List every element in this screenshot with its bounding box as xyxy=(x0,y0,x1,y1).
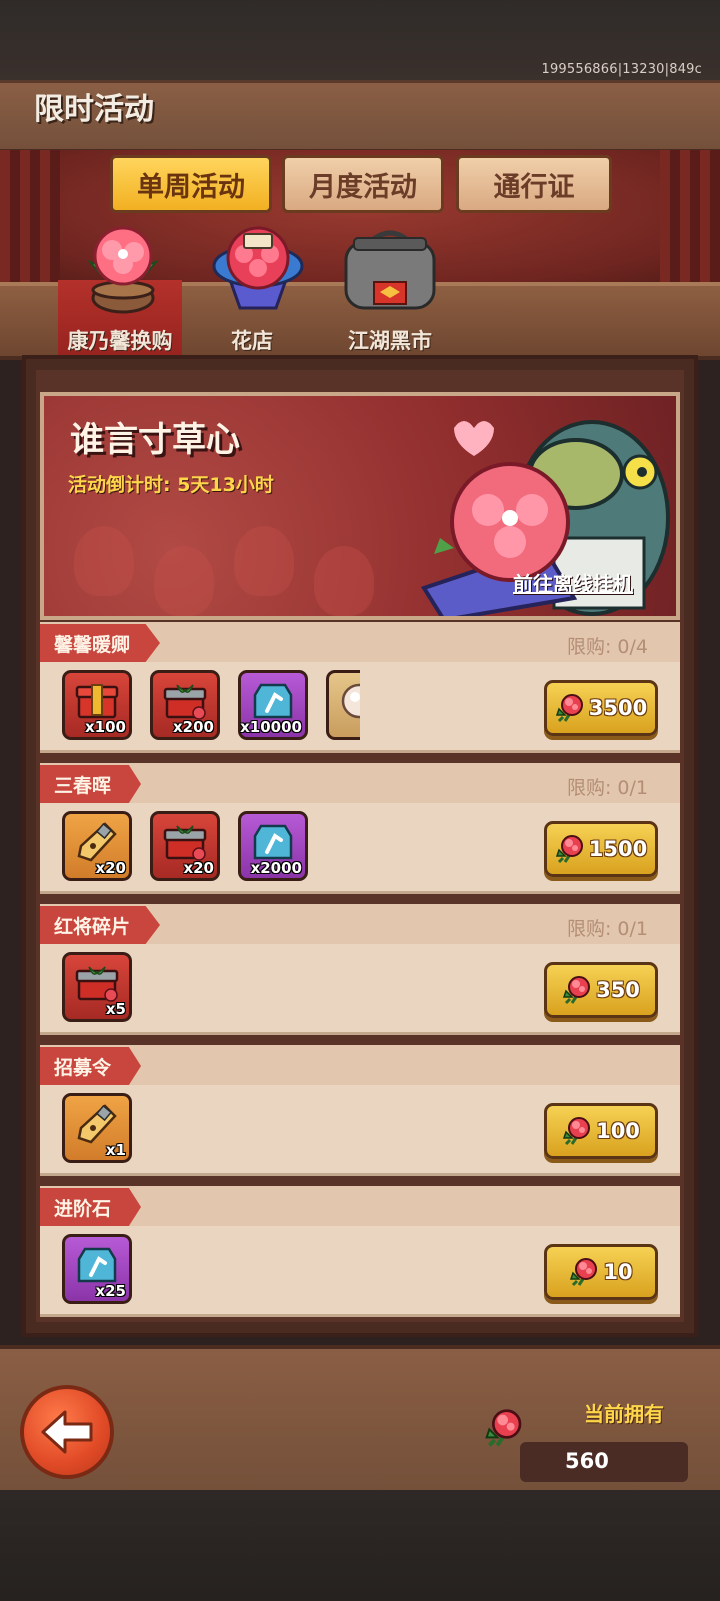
subtab-flower-shop[interactable] xyxy=(208,224,308,312)
tab-weekly[interactable]: 单周活动 xyxy=(110,155,272,213)
red-gold-chest-icon xyxy=(75,681,119,721)
banner-timer: 活动倒计时: 5天13小时 xyxy=(68,474,274,496)
tab-weekly-label: 单周活动 xyxy=(137,171,245,203)
build-id-text: 199556866|13230|849c xyxy=(541,62,702,77)
banner-pattern xyxy=(234,526,294,596)
price-value: 350 xyxy=(596,978,640,1002)
buy-button[interactable]: 1500 xyxy=(544,821,658,877)
item-quantity: x10000 xyxy=(240,718,302,736)
banner-pattern xyxy=(314,546,374,616)
recruit-token-icon xyxy=(75,1104,119,1144)
reward-item[interactable]: x5 xyxy=(62,952,132,1022)
pearl-icon xyxy=(333,681,360,721)
banner-pattern xyxy=(74,526,134,596)
black-market-bag-icon xyxy=(344,230,436,310)
item-quantity: x100 xyxy=(85,718,126,736)
carnation-icon xyxy=(562,1116,592,1146)
advance-stone-icon xyxy=(251,681,295,721)
subtab-flower-shop-label: 花店 xyxy=(231,329,273,353)
buy-button[interactable]: 100 xyxy=(544,1103,658,1159)
item-quantity: x2000 xyxy=(250,859,302,877)
row-purchase-limit: 限购: 0/1 xyxy=(566,918,648,940)
shop-row: 红将碎片 限购: 0/1 x5 350 xyxy=(40,904,680,1035)
reward-item[interactable]: x10000 xyxy=(238,670,308,740)
reward-item[interactable]: x1 xyxy=(62,1093,132,1163)
red-gift-box-icon xyxy=(163,681,207,721)
reward-item[interactable]: x2000 xyxy=(238,811,308,881)
row-name-tag: 红将碎片 xyxy=(40,906,161,944)
flower-bouquet-icon xyxy=(212,226,304,310)
item-quantity: x5 xyxy=(105,1000,126,1018)
tab-monthly-label: 月度活动 xyxy=(309,171,417,203)
buy-button[interactable]: 10 xyxy=(544,1244,658,1300)
back-button[interactable] xyxy=(20,1385,114,1479)
item-quantity: x25 xyxy=(95,1282,126,1300)
item-quantity: x1 xyxy=(105,1141,126,1159)
shop-row: 进阶石 x25 10 xyxy=(40,1186,680,1317)
price-value: 100 xyxy=(596,1119,640,1143)
red-gift-box-icon xyxy=(75,963,119,1003)
subtab-black-market[interactable] xyxy=(340,224,440,314)
shop-row: 招募令 x1 100 xyxy=(40,1045,680,1176)
bottom-bar xyxy=(0,1490,720,1601)
banner-title: 谁言寸草心 xyxy=(70,420,240,460)
subtab-carnation-label: 康乃馨换购 xyxy=(67,329,173,353)
item-quantity: x200 xyxy=(173,718,214,736)
shop-row: 馨馨暖卿 限购: 0/4 x100 x200 x10000 3500 xyxy=(40,622,680,753)
row-name-tag: 招募令 xyxy=(40,1047,142,1085)
carnation-icon xyxy=(569,1257,599,1287)
page-title: 限时活动 xyxy=(34,92,154,127)
carnation-pot-icon xyxy=(86,226,160,314)
row-purchase-limit: 限购: 0/1 xyxy=(566,777,648,799)
recruit-token-icon xyxy=(75,822,119,862)
curtain-right xyxy=(660,150,720,290)
red-gift-box-icon xyxy=(163,822,207,862)
owned-label: 当前拥有 xyxy=(584,1402,664,1426)
subtab-black-market-label: 江湖黑市 xyxy=(348,329,432,353)
row-name-tag: 三春晖 xyxy=(40,765,142,803)
price-value: 1500 xyxy=(588,837,648,861)
reward-item[interactable]: x25 xyxy=(62,1234,132,1304)
row-purchase-limit: 限购: 0/4 xyxy=(566,636,648,658)
reward-item[interactable]: x200 xyxy=(150,670,220,740)
row-name-tag: 馨馨暖卿 xyxy=(40,624,161,662)
carnation-icon xyxy=(555,693,585,723)
reward-item[interactable]: x20 xyxy=(62,811,132,881)
tab-pass-label: 通行证 xyxy=(493,171,575,203)
tab-pass[interactable]: 通行证 xyxy=(456,155,612,213)
carnation-icon xyxy=(484,1408,524,1448)
owned-value: 560 xyxy=(565,1449,609,1473)
carnation-icon xyxy=(562,975,592,1005)
tab-monthly[interactable]: 月度活动 xyxy=(282,155,444,213)
buy-button[interactable]: 350 xyxy=(544,962,658,1018)
item-quantity: x20 xyxy=(95,859,126,877)
banner-pattern xyxy=(154,546,214,616)
go-offline-link[interactable]: 前往离线挂机 xyxy=(513,568,633,597)
carnation-icon xyxy=(555,834,585,864)
reward-item[interactable]: x100 xyxy=(62,670,132,740)
reward-item[interactable]: x20 xyxy=(150,811,220,881)
subtab-carnation[interactable] xyxy=(80,222,166,318)
item-quantity: x20 xyxy=(183,859,214,877)
buy-button[interactable]: 3500 xyxy=(544,680,658,736)
back-arrow-icon xyxy=(41,1410,93,1454)
reward-item-partial[interactable] xyxy=(326,670,360,740)
advance-stone-icon xyxy=(251,822,295,862)
price-value: 10 xyxy=(603,1260,633,1284)
row-name-tag: 进阶石 xyxy=(40,1188,142,1226)
curtain-left xyxy=(0,150,60,290)
shop-row: 三春晖 限购: 0/1 x20 x20 x2000 1500 xyxy=(40,763,680,894)
advance-stone-icon xyxy=(75,1245,119,1285)
price-value: 3500 xyxy=(588,696,648,720)
